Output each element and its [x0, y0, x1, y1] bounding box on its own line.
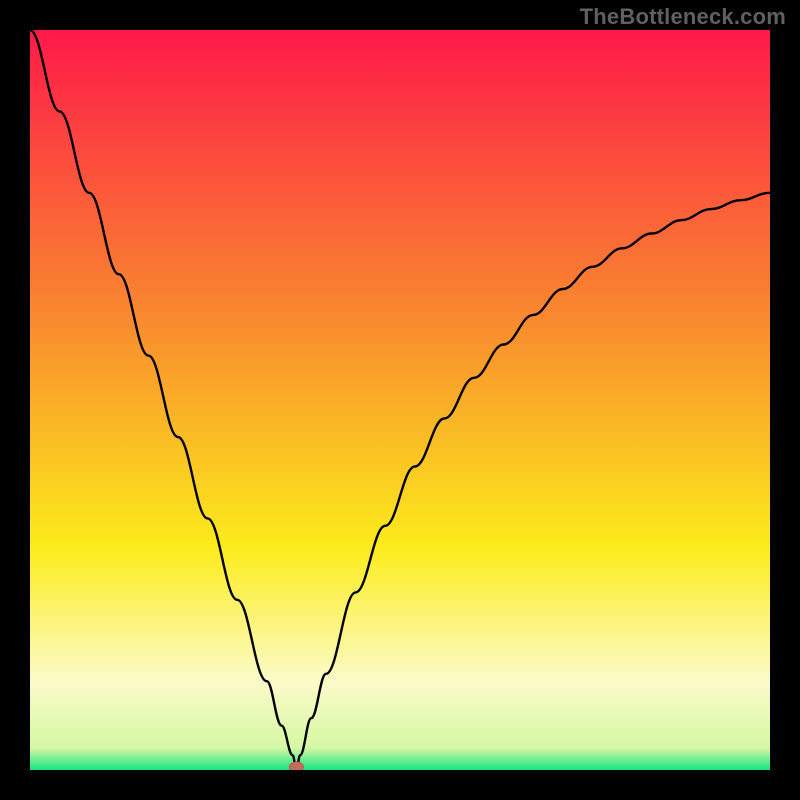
plot-area: [30, 30, 770, 770]
watermark-text: TheBottleneck.com: [580, 4, 786, 30]
chart-frame: TheBottleneck.com: [0, 0, 800, 800]
optimum-marker: [289, 762, 303, 770]
gradient-background: [30, 30, 770, 770]
chart-svg: [30, 30, 770, 770]
